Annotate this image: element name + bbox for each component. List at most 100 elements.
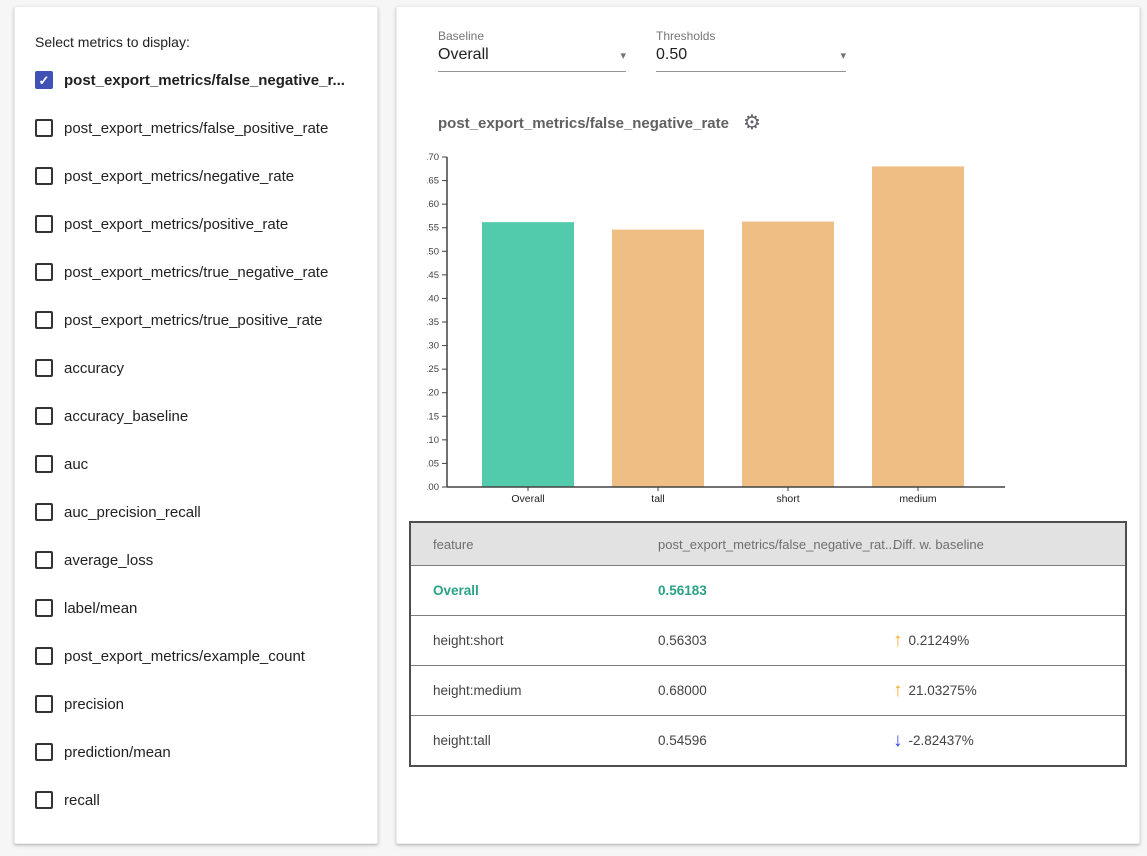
checkbox-unchecked-icon[interactable]	[35, 215, 53, 233]
table-row: height:tall0.54596↓-2.82437%	[411, 715, 1125, 765]
checkbox-unchecked-icon[interactable]	[35, 791, 53, 809]
metric-checkbox-item[interactable]: accuracy_baseline	[15, 392, 377, 440]
fairness-indicators-page: Select metrics to display: ✓ post_export_…	[0, 0, 1147, 856]
feature-cell: height:tall	[411, 733, 636, 748]
x-axis-category-label: tall	[651, 493, 664, 505]
metric-checkbox-item[interactable]: precision	[15, 680, 377, 728]
main-panel: Baseline Overall ▾ Thresholds 0.50 ▾ pos…	[396, 6, 1140, 844]
table-header-cell: feature	[411, 537, 636, 552]
bar-tall[interactable]	[612, 230, 704, 487]
metric-checkbox-item[interactable]: recall	[15, 776, 377, 824]
y-axis-tick-label: 0.70	[427, 152, 439, 163]
metric-label: post_export_metrics/false_positive_rate	[64, 120, 328, 137]
metric-label: post_export_metrics/true_negative_rate	[64, 264, 328, 281]
metric-label: auc_precision_recall	[64, 504, 201, 521]
feature-cell: height:short	[411, 633, 636, 648]
metric-label: post_export_metrics/true_positive_rate	[64, 312, 322, 329]
baseline-select[interactable]: Baseline Overall ▾	[438, 29, 626, 72]
metric-checkbox-item[interactable]: post_export_metrics/true_positive_rate	[15, 296, 377, 344]
metric-checkbox-item[interactable]: label/mean	[15, 584, 377, 632]
checkbox-unchecked-icon[interactable]	[35, 263, 53, 281]
metric-checkbox-item[interactable]: post_export_metrics/false_positive_rate	[15, 104, 377, 152]
metric-label: accuracy	[64, 360, 124, 377]
table-header-cell: post_export_metrics/false_negative_rat..…	[636, 537, 871, 552]
checkbox-unchecked-icon[interactable]	[35, 647, 53, 665]
chevron-down-icon[interactable]: ▾	[620, 49, 626, 62]
y-axis-tick-label: 0.40	[427, 293, 439, 304]
metric-label: label/mean	[64, 600, 137, 617]
thresholds-select[interactable]: Thresholds 0.50 ▾	[656, 29, 846, 72]
table-row: height:medium0.68000↑21.03275%	[411, 665, 1125, 715]
metric-label: post_export_metrics/example_count	[64, 648, 305, 665]
thresholds-select-value: 0.50	[656, 46, 687, 64]
chevron-down-icon[interactable]: ▾	[840, 49, 846, 62]
y-axis-tick-label: 0.45	[427, 270, 439, 281]
diff-cell: ↑21.03275%	[871, 681, 1125, 700]
metric-label: post_export_metrics/false_negative_r...	[64, 72, 345, 89]
metric-checkbox-item[interactable]: post_export_metrics/negative_rate	[15, 152, 377, 200]
y-axis-tick-label: 0.60	[427, 199, 439, 210]
checkbox-unchecked-icon[interactable]	[35, 119, 53, 137]
bar-chart[interactable]: 0.00 0.05 0.10 0.15 0.20 0.25 0.30 0.35 0.40 0.45…	[427, 149, 1037, 509]
y-axis-tick-label: 0.25	[427, 364, 439, 375]
metric-value-cell: 0.68000	[636, 683, 871, 698]
metric-value-cell: 0.56303	[636, 633, 871, 648]
metric-label: prediction/mean	[64, 744, 171, 761]
baseline-select-label: Baseline	[438, 29, 626, 43]
y-axis-tick-label: 0.00	[427, 482, 439, 493]
y-axis-tick-label: 0.30	[427, 341, 439, 352]
baseline-select-row[interactable]: Overall ▾	[438, 46, 626, 72]
table-row: height:short0.56303↑0.21249%	[411, 615, 1125, 665]
baseline-select-value: Overall	[438, 46, 489, 64]
bar-Overall[interactable]	[482, 222, 574, 487]
checkbox-unchecked-icon[interactable]	[35, 551, 53, 569]
feature-cell: height:medium	[411, 683, 636, 698]
thresholds-select-row[interactable]: 0.50 ▾	[656, 46, 846, 72]
metric-label: post_export_metrics/positive_rate	[64, 216, 288, 233]
bar-short[interactable]	[742, 222, 834, 487]
y-axis-tick-label: 0.05	[427, 458, 439, 469]
arrow-up-icon: ↑	[893, 631, 903, 650]
y-axis-tick-label: 0.35	[427, 317, 439, 328]
checkbox-unchecked-icon[interactable]	[35, 167, 53, 185]
metric-checkbox-item[interactable]: ✓ post_export_metrics/false_negative_r...	[15, 56, 377, 104]
bar-medium[interactable]	[872, 166, 964, 487]
x-axis-category-label: Overall	[511, 493, 544, 505]
y-axis-tick-label: 0.10	[427, 435, 439, 446]
metric-checkbox-item[interactable]: average_loss	[15, 536, 377, 584]
metrics-sidebar: Select metrics to display: ✓ post_export_…	[14, 6, 378, 844]
checkbox-unchecked-icon[interactable]	[35, 455, 53, 473]
chart-title: post_export_metrics/false_negative_rate	[438, 115, 729, 132]
checkbox-checked-icon[interactable]: ✓	[35, 71, 53, 89]
metric-value-cell: 0.56183	[636, 583, 871, 598]
feature-cell: Overall	[411, 583, 636, 598]
x-axis-category-label: short	[776, 493, 799, 505]
checkbox-unchecked-icon[interactable]	[35, 359, 53, 377]
checkbox-unchecked-icon[interactable]	[35, 407, 53, 425]
table-row: Overall0.56183	[411, 565, 1125, 615]
metric-checkbox-item[interactable]: accuracy	[15, 344, 377, 392]
checkbox-unchecked-icon[interactable]	[35, 599, 53, 617]
settings-gear-icon[interactable]: ⚙	[743, 113, 761, 133]
arrow-up-icon: ↑	[893, 681, 903, 700]
y-axis-tick-label: 0.20	[427, 388, 439, 399]
y-axis-tick-label: 0.15	[427, 411, 439, 422]
checkbox-unchecked-icon[interactable]	[35, 743, 53, 761]
metric-label: post_export_metrics/negative_rate	[64, 168, 294, 185]
metric-checkbox-item[interactable]: post_export_metrics/example_count	[15, 632, 377, 680]
diff-cell: ↑0.21249%	[871, 631, 1125, 650]
checkbox-unchecked-icon[interactable]	[35, 503, 53, 521]
sidebar-title: Select metrics to display:	[15, 7, 377, 56]
metric-label: accuracy_baseline	[64, 408, 188, 425]
metric-checkbox-item[interactable]: post_export_metrics/positive_rate	[15, 200, 377, 248]
metric-checkbox-item[interactable]: prediction/mean	[15, 728, 377, 776]
metric-checkbox-item[interactable]: auc	[15, 440, 377, 488]
metric-label: precision	[64, 696, 124, 713]
metric-label: average_loss	[64, 552, 153, 569]
checkbox-unchecked-icon[interactable]	[35, 311, 53, 329]
x-axis-category-label: medium	[899, 493, 937, 505]
diff-value: -2.82437%	[909, 733, 974, 748]
metric-checkbox-item[interactable]: auc_precision_recall	[15, 488, 377, 536]
checkbox-unchecked-icon[interactable]	[35, 695, 53, 713]
metric-checkbox-item[interactable]: post_export_metrics/true_negative_rate	[15, 248, 377, 296]
